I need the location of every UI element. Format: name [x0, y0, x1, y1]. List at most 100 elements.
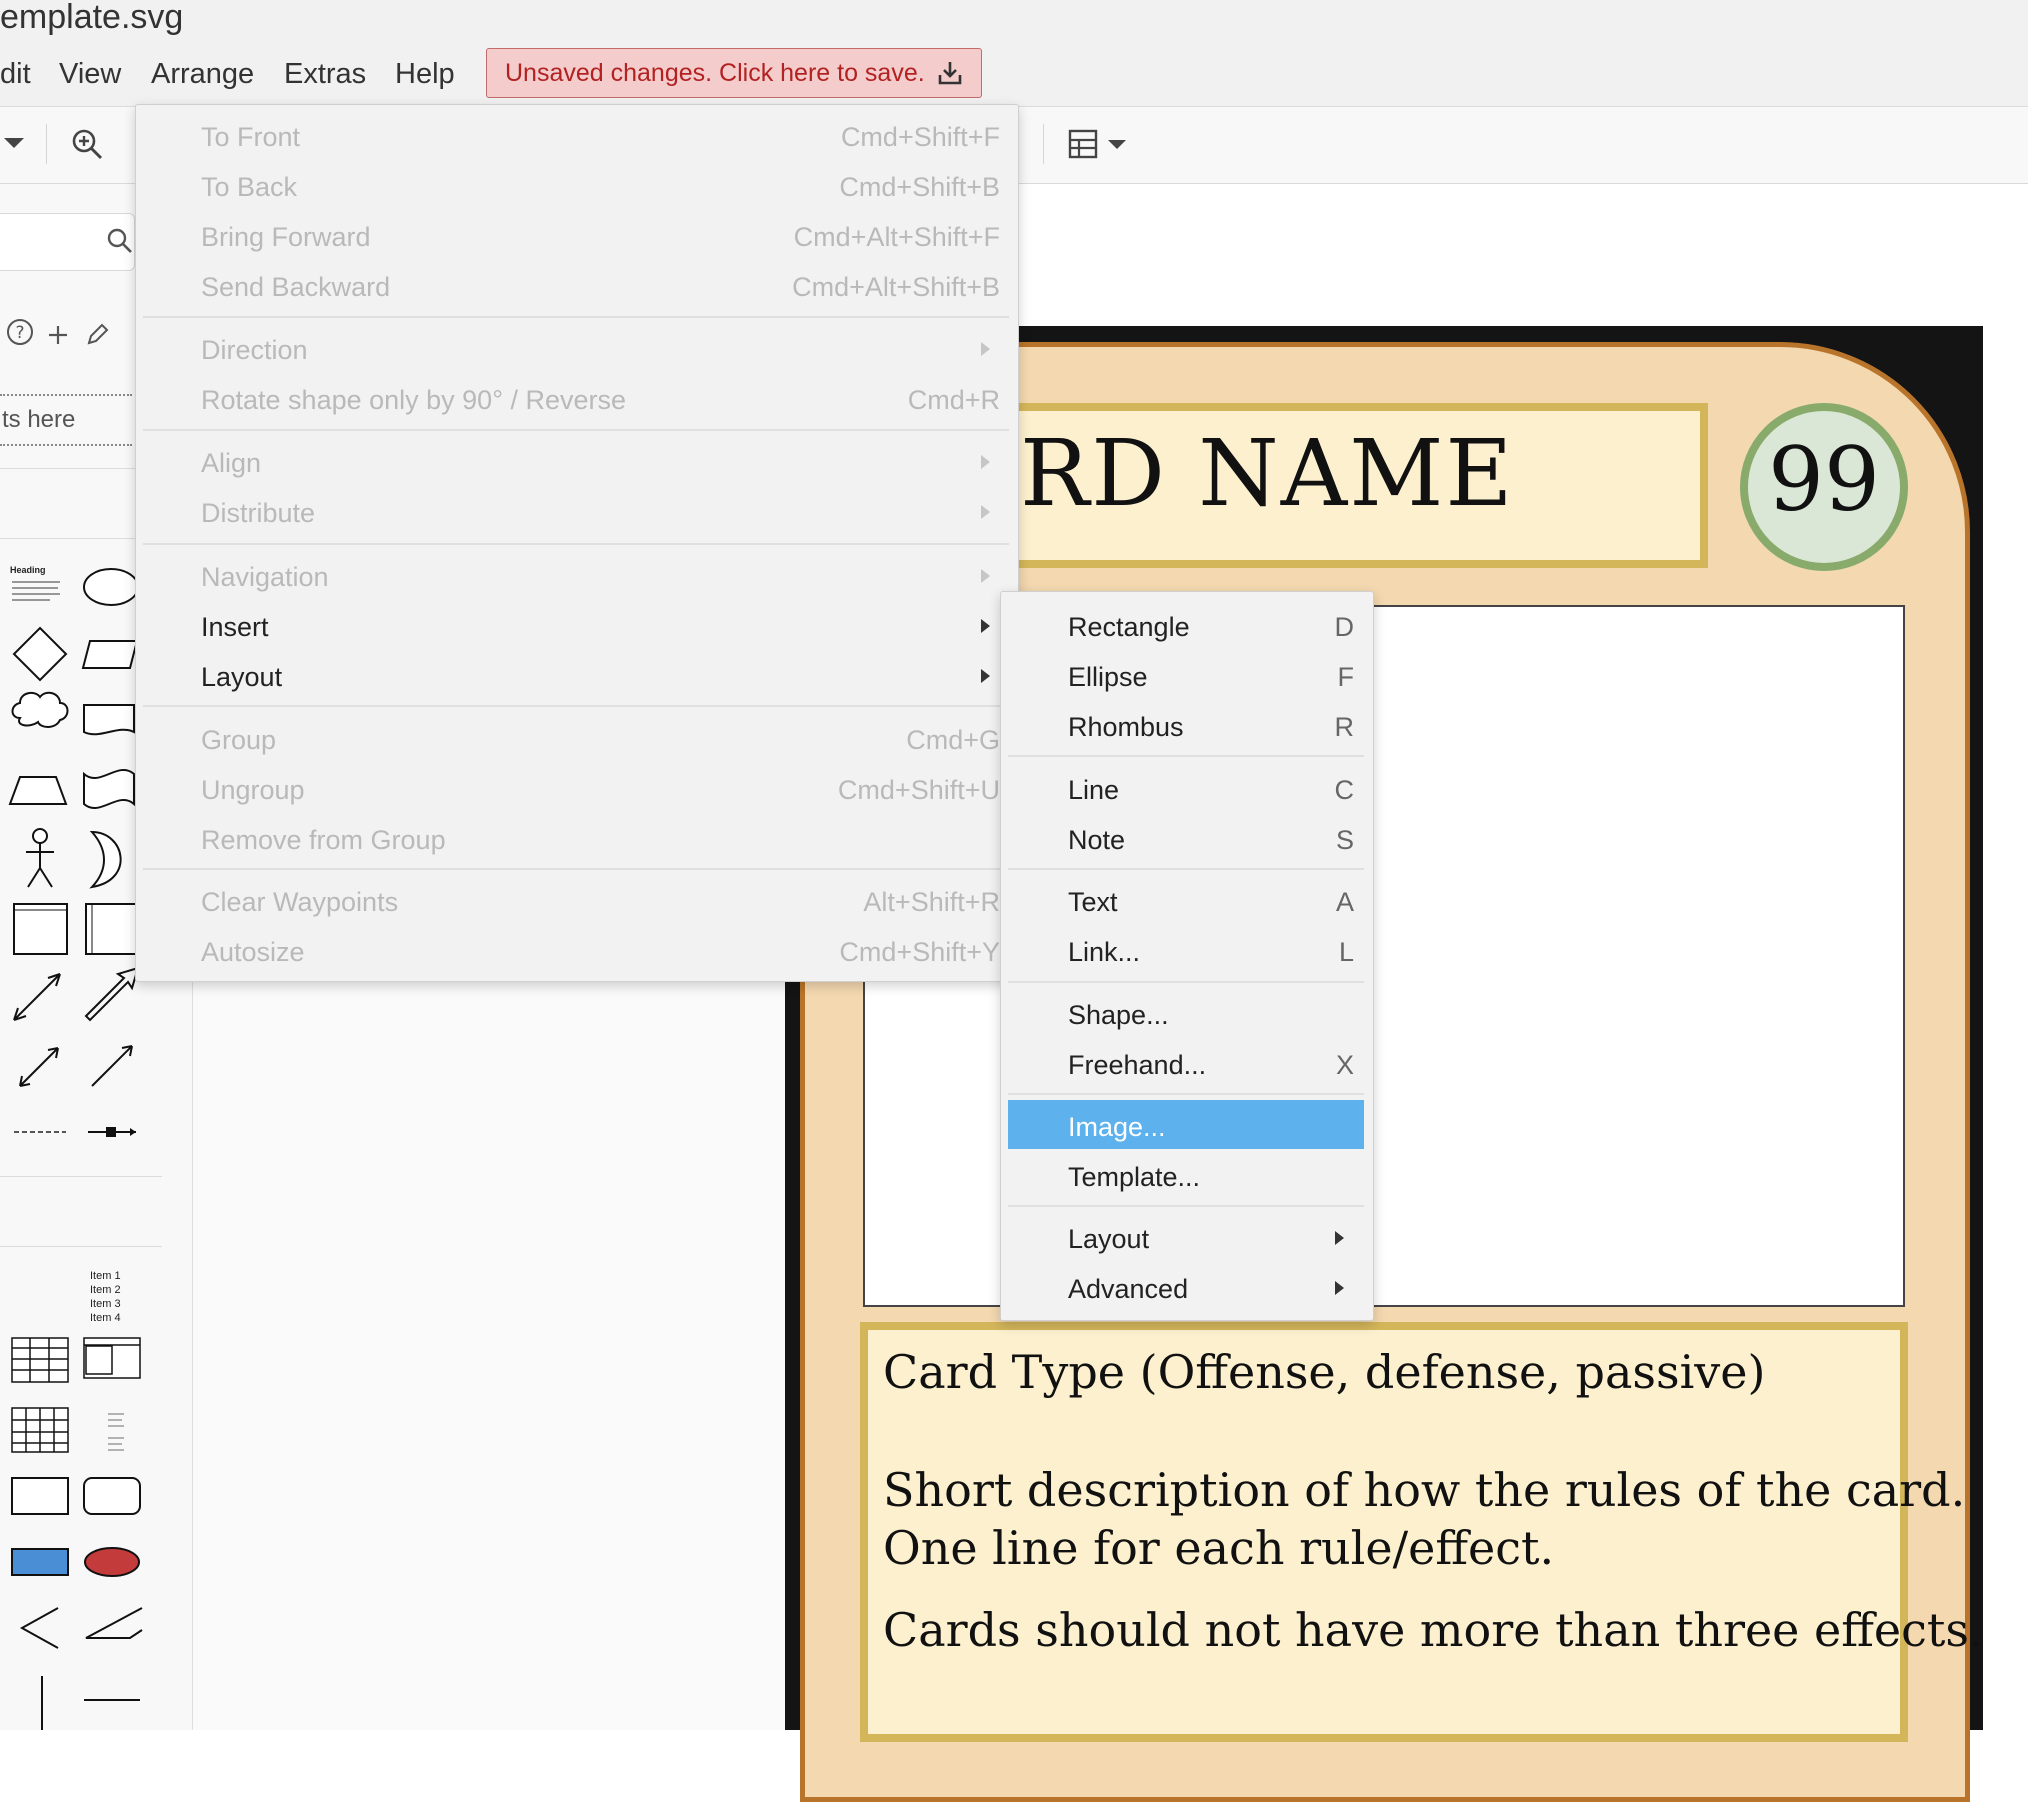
- pencil-icon[interactable]: [84, 322, 110, 348]
- zoom-in-icon[interactable]: [70, 127, 104, 161]
- submenu-arrow-icon: [981, 505, 990, 519]
- submenu-arrow-icon: [981, 342, 990, 356]
- menu-item-to-front[interactable]: To Front: [201, 122, 300, 153]
- menu-item-distribute[interactable]: Distribute: [201, 498, 315, 529]
- menu-item-align[interactable]: Align: [201, 448, 261, 479]
- chevron-down-icon[interactable]: [2, 136, 26, 150]
- canvas-page-area[interactable]: [193, 980, 786, 1730]
- menu-item-insert[interactable]: Insert: [201, 612, 269, 643]
- menu-arrange[interactable]: Arrange: [151, 58, 254, 91]
- card-rule-line[interactable]: One line for each rule/effect.: [883, 1521, 1554, 1575]
- shortcut-label: Cmd+G: [906, 725, 1000, 755]
- menu-item-template[interactable]: Template...: [1068, 1162, 1200, 1193]
- help-icon[interactable]: ?: [6, 318, 36, 348]
- menu-item-rotate[interactable]: Rotate shape only by 90° / Reverse: [201, 385, 626, 416]
- list-table-shape-icon: [83, 1337, 141, 1379]
- menu-item-ellipse[interactable]: Ellipse: [1068, 662, 1148, 693]
- menu-item-layout-sub[interactable]: Layout: [1068, 1224, 1149, 1255]
- toolbar-divider: [46, 124, 47, 164]
- directional-line-icon: [91, 1045, 133, 1087]
- menu-item-advanced[interactable]: Advanced: [1068, 1274, 1188, 1305]
- menu-item-link[interactable]: Link...: [1068, 937, 1140, 968]
- shortcut-label: X: [1335, 1050, 1354, 1080]
- menu-edit[interactable]: dit: [0, 58, 31, 91]
- table-icon[interactable]: [1068, 128, 1130, 162]
- card-rule-line[interactable]: Cards should not have more than three ef…: [883, 1603, 1984, 1657]
- menu-item-bring-forward[interactable]: Bring Forward: [201, 222, 371, 253]
- svg-text:?: ?: [15, 323, 24, 343]
- misc-shape-palette[interactable]: Item 1 Item 2 Item 3 Item 4: [0, 1262, 150, 1730]
- menu-item-freehand[interactable]: Freehand...: [1068, 1050, 1206, 1081]
- menu-item-text[interactable]: Text: [1068, 887, 1118, 918]
- menu-item-ungroup[interactable]: Ungroup: [201, 775, 305, 806]
- search-icon[interactable]: [106, 227, 134, 255]
- card-name-text[interactable]: RD NAME: [1020, 420, 1515, 527]
- block-arrow-shape-icon: [84, 966, 140, 1022]
- unsaved-changes-button[interactable]: Unsaved changes. Click here to save.: [486, 48, 982, 98]
- menu-item-navigation[interactable]: Navigation: [201, 562, 329, 593]
- card-type-line[interactable]: Card Type (Offense, defense, passive): [883, 1345, 1765, 1399]
- textbox-shape-icon: Heading: [10, 565, 60, 601]
- list-item-3-label: Item 3: [90, 1298, 121, 1310]
- menu-separator: [143, 429, 1009, 431]
- list-shape-icon: Item 1 Item 2 Item 3 Item 4: [90, 1270, 121, 1324]
- menu-item-group[interactable]: Group: [201, 725, 276, 756]
- double-arrow-shape-icon: [13, 973, 61, 1021]
- menu-item-image[interactable]: Image...: [1068, 1112, 1166, 1143]
- menu-item-image-highlight: [1008, 1100, 1364, 1149]
- shortcut-label: Cmd+Shift+B: [839, 172, 1000, 202]
- submenu-arrow-icon: [1335, 1281, 1344, 1295]
- card-rule-line[interactable]: Short description of how the rules of th…: [883, 1463, 1965, 1517]
- menu-item-direction[interactable]: Direction: [201, 335, 308, 366]
- menu-view[interactable]: View: [59, 58, 121, 91]
- menu-item-note[interactable]: Note: [1068, 825, 1125, 856]
- menu-item-to-back[interactable]: To Back: [201, 172, 297, 203]
- save-notice-label: Unsaved changes. Click here to save.: [505, 58, 925, 87]
- shortcut-label: Cmd+Shift+U: [837, 775, 1000, 805]
- or-shape-icon: [89, 830, 122, 889]
- actor-shape-icon: [26, 828, 54, 888]
- menu-separator: [143, 705, 1009, 707]
- menu-item-clear-waypoints[interactable]: Clear Waypoints: [201, 887, 398, 918]
- title-bar: emplate.svg: [0, 0, 2028, 44]
- menu-item-rectangle[interactable]: Rectangle: [1068, 612, 1190, 643]
- toolbar-divider: [1043, 124, 1044, 164]
- cloud-shape-icon: [11, 691, 69, 728]
- table-shape-icon: [11, 1337, 69, 1383]
- card-cost-text[interactable]: 99: [1740, 428, 1908, 531]
- menu-item-shape[interactable]: Shape...: [1068, 1000, 1169, 1031]
- list-item-4-label: Item 4: [90, 1312, 121, 1324]
- plus-icon[interactable]: [46, 323, 70, 347]
- shortcut-label: S: [1335, 825, 1354, 855]
- shortcut-label: D: [1334, 612, 1355, 642]
- menu-item-autosize[interactable]: Autosize: [201, 937, 305, 968]
- menu-item-layout[interactable]: Layout: [201, 662, 282, 693]
- hatched-ellipse-shape-icon: [84, 1547, 140, 1577]
- sidebar-divider: [0, 1246, 162, 1247]
- menu-item-send-backward[interactable]: Send Backward: [201, 272, 390, 303]
- parallelogram-shape-icon: [81, 640, 139, 669]
- document-shape-icon: [83, 704, 135, 736]
- shortcut-label: Cmd+R: [907, 385, 1000, 415]
- insert-submenu: [1000, 591, 1374, 1321]
- menu-separator: [1008, 755, 1364, 757]
- drop-zone-label: ts here: [2, 406, 76, 433]
- menu-extras[interactable]: Extras: [284, 58, 366, 91]
- rhombus-shape-icon: [12, 626, 68, 682]
- bidirectional-line-icon: [19, 1047, 59, 1087]
- grid-table-shape-icon: [11, 1407, 69, 1453]
- menu-separator: [1008, 1093, 1364, 1095]
- menu-item-line[interactable]: Line: [1068, 775, 1119, 806]
- zigzag-line-icon: [19, 1607, 59, 1649]
- shortcut-label: R: [1334, 712, 1355, 742]
- shape-palette[interactable]: Heading: [0, 560, 150, 1170]
- submenu-arrow-icon: [981, 569, 990, 583]
- menu-item-remove-from-group[interactable]: Remove from Group: [201, 825, 446, 856]
- menu-help[interactable]: Help: [395, 58, 455, 91]
- rectangle-shape-icon: [11, 1477, 69, 1515]
- menu-separator: [143, 316, 1009, 318]
- file-title[interactable]: emplate.svg: [0, 0, 183, 37]
- menu-item-rhombus[interactable]: Rhombus: [1068, 712, 1184, 743]
- lane-shape-icon: [85, 903, 137, 955]
- heading-sample-label: Heading: [10, 565, 46, 575]
